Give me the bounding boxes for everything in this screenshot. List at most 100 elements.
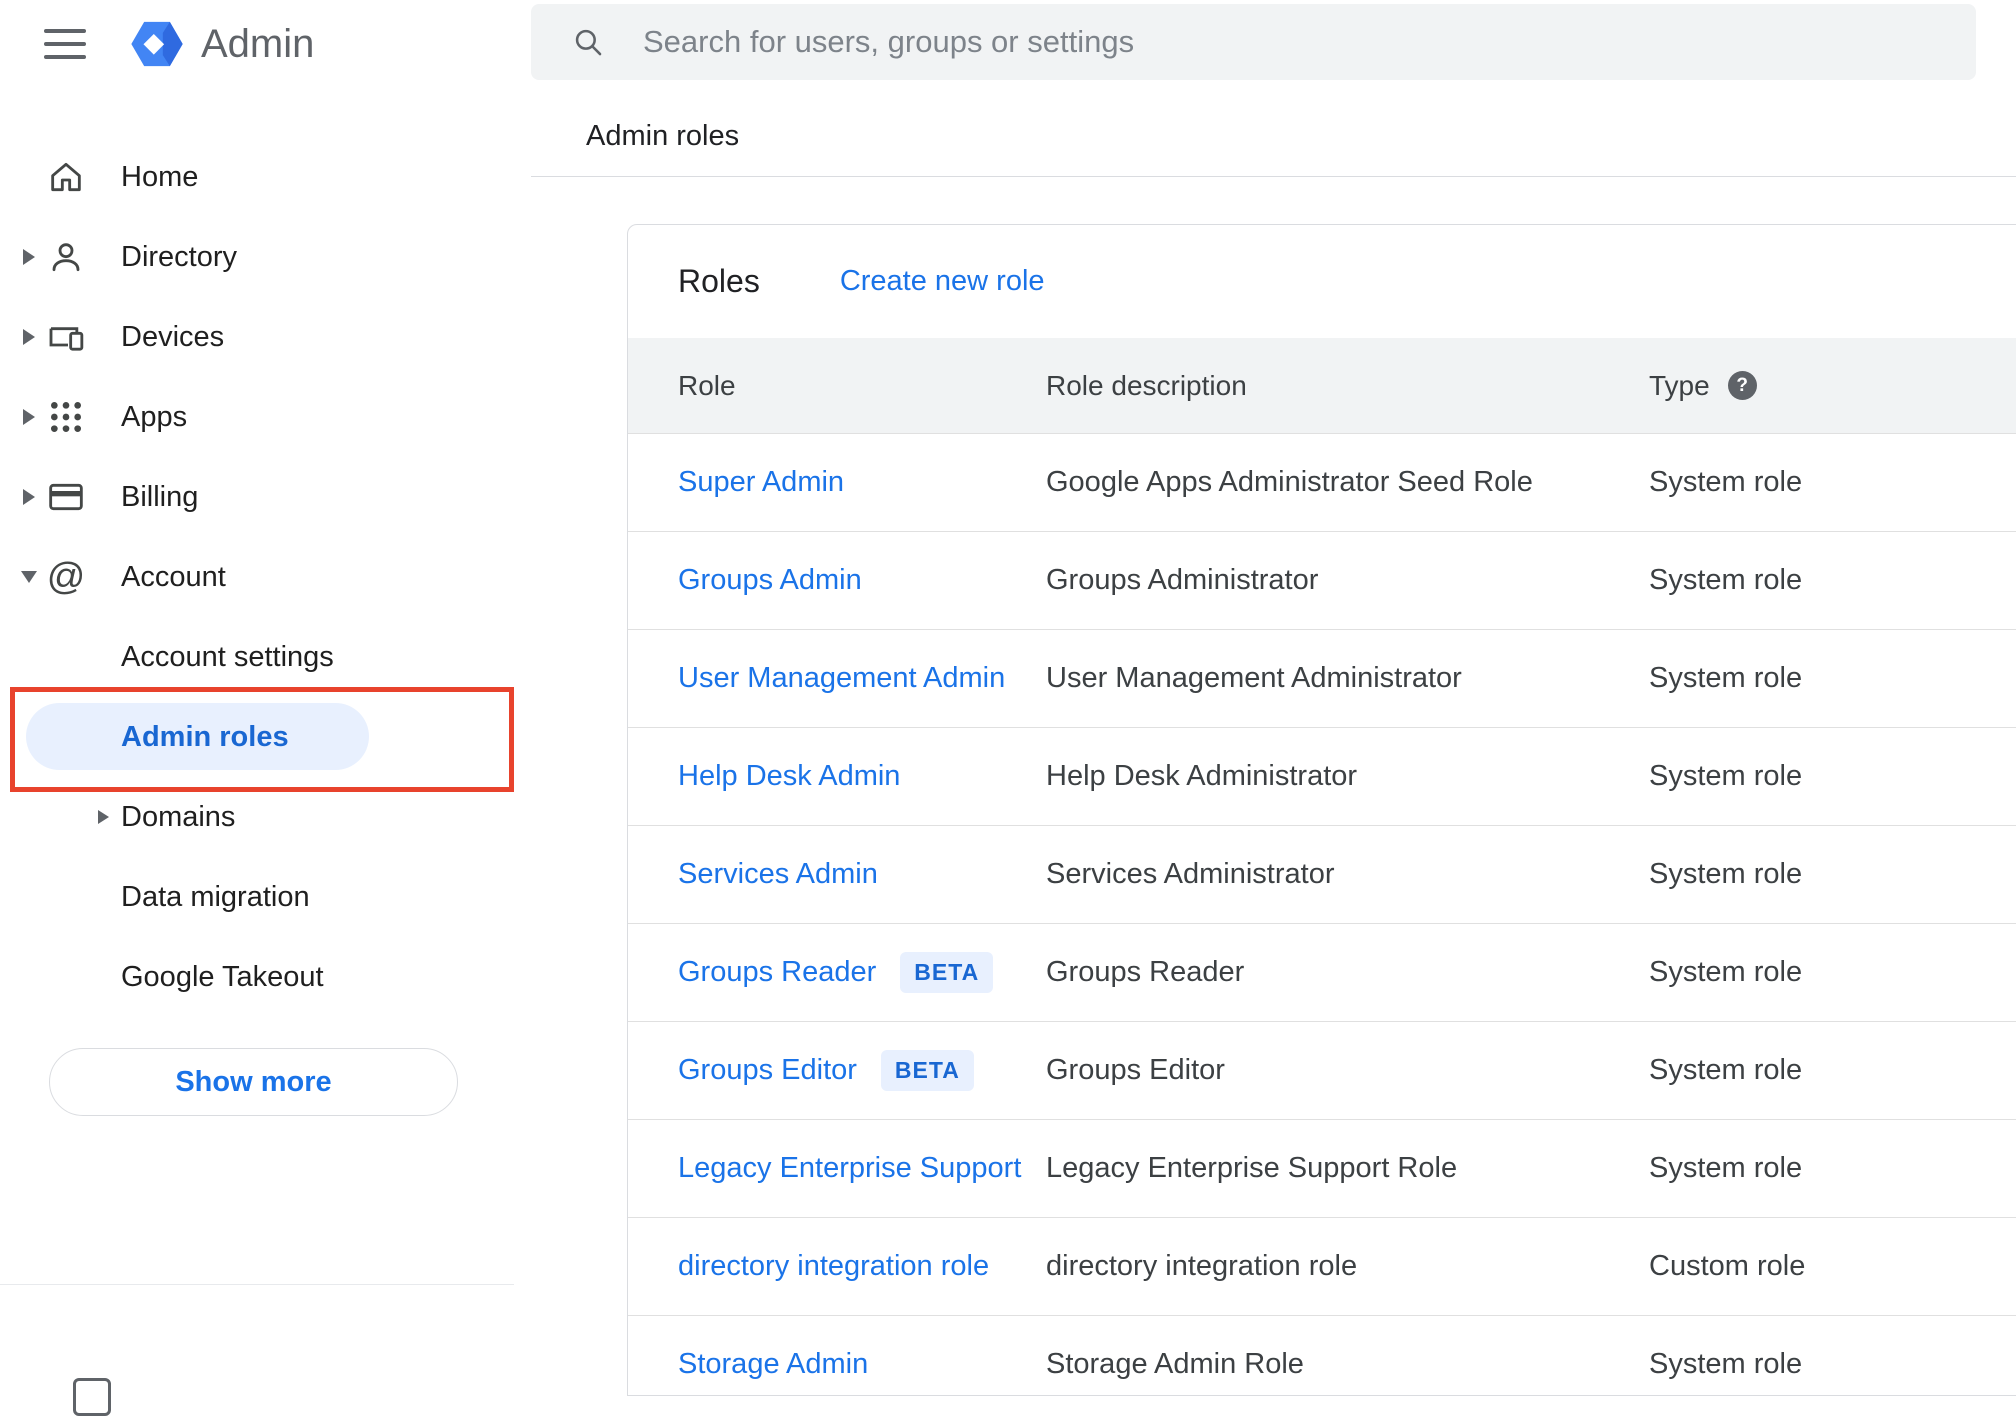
role-description: Groups Administrator — [1046, 564, 1319, 596]
sidebar-item-label: Billing — [121, 480, 199, 513]
role-link[interactable]: User Management Admin — [678, 662, 1005, 695]
role-type: System role — [1649, 1152, 1803, 1184]
role-description: Storage Admin Role — [1046, 1348, 1304, 1380]
table-row: Help Desk Admin Help Desk Administrator … — [628, 728, 2016, 826]
help-icon[interactable]: ? — [1727, 371, 1757, 400]
menu-icon[interactable] — [44, 29, 86, 59]
sidebar-item-label: Google Takeout — [121, 960, 324, 993]
breadcrumb: Admin roles — [586, 120, 740, 152]
column-header-type: Type — [1649, 369, 1710, 401]
role-description: Groups Editor — [1046, 1054, 1225, 1086]
devices-icon — [44, 315, 88, 359]
role-description: Google Apps Administrator Seed Role — [1046, 466, 1533, 498]
sidebar-item-billing[interactable]: Billing — [0, 457, 532, 537]
chevron-right-icon[interactable] — [14, 329, 44, 345]
role-link[interactable]: Groups Admin — [678, 564, 862, 597]
role-description: Groups Reader — [1046, 956, 1245, 988]
sidebar-item-home[interactable]: Home — [0, 137, 532, 217]
chevron-right-icon[interactable] — [98, 810, 109, 824]
sidebar-item-google-takeout[interactable]: Google Takeout — [0, 937, 532, 1017]
role-link[interactable]: Groups Editor — [678, 1054, 857, 1087]
role-type: System role — [1649, 564, 1803, 596]
sidebar: Admin Home Directory Devices Apps Billin… — [0, 0, 532, 1416]
table-row: Groups Reader BETA Groups Reader System … — [628, 924, 2016, 1022]
role-link[interactable]: Super Admin — [678, 466, 844, 499]
apps-grid-icon — [44, 395, 88, 439]
chevron-down-icon[interactable] — [14, 571, 44, 583]
sidebar-item-label: Directory — [121, 240, 238, 273]
role-description: Legacy Enterprise Support Role — [1046, 1152, 1458, 1184]
credit-card-icon — [44, 475, 88, 519]
role-type: Custom role — [1649, 1250, 1806, 1282]
table-header-row: Role Role description Type ? — [628, 338, 2016, 434]
sidebar-item-label: Account settings — [121, 640, 334, 673]
table-row: User Management Admin User Management Ad… — [628, 630, 2016, 728]
search-bar[interactable] — [531, 4, 1976, 80]
role-link[interactable]: Help Desk Admin — [678, 760, 900, 793]
roles-title: Roles — [678, 263, 760, 299]
beta-badge: BETA — [900, 952, 994, 993]
role-link[interactable]: directory integration role — [678, 1250, 989, 1283]
sidebar-item-admin-roles[interactable]: Admin roles — [0, 697, 532, 777]
home-icon — [44, 155, 88, 199]
role-description: User Management Administrator — [1046, 662, 1462, 694]
sidebar-item-label: Data migration — [121, 880, 310, 913]
table-row: directory integration role directory int… — [628, 1218, 2016, 1316]
role-description: Services Administrator — [1046, 858, 1335, 890]
role-description: directory integration role — [1046, 1250, 1358, 1282]
person-icon — [44, 235, 88, 279]
table-row: Legacy Enterprise Support Legacy Enterpr… — [628, 1120, 2016, 1218]
role-link[interactable]: Storage Admin — [678, 1348, 868, 1381]
table-row: Groups Editor BETA Groups Editor System … — [628, 1022, 2016, 1120]
sidebar-item-label: Admin roles — [121, 720, 289, 753]
sidebar-nav: Home Directory Devices Apps Billing @ Ac… — [0, 137, 532, 1017]
table-row: Super Admin Google Apps Administrator Se… — [628, 434, 2016, 532]
at-icon: @ — [46, 556, 86, 598]
sidebar-item-label: Apps — [121, 400, 188, 433]
sidebar-item-directory[interactable]: Directory — [0, 217, 532, 297]
admin-logo-icon[interactable] — [129, 16, 185, 72]
building-icon[interactable] — [73, 1378, 111, 1416]
sidebar-item-label: Home — [121, 160, 199, 193]
sidebar-item-label: Account — [121, 560, 226, 593]
role-type: System role — [1649, 1348, 1803, 1380]
search-icon — [575, 29, 602, 56]
sidebar-header: Admin — [0, 0, 532, 88]
sidebar-item-devices[interactable]: Devices — [0, 297, 532, 377]
create-new-role-link[interactable]: Create new role — [840, 265, 1045, 298]
sidebar-item-apps[interactable]: Apps — [0, 377, 532, 457]
column-header-description: Role description — [1046, 369, 1247, 401]
sidebar-item-account-settings[interactable]: Account settings — [0, 617, 532, 697]
chevron-right-icon[interactable] — [14, 249, 44, 265]
role-type: System role — [1649, 760, 1803, 792]
table-row: Groups Admin Groups Administrator System… — [628, 532, 2016, 630]
table-row: Storage Admin Storage Admin Role System … — [628, 1316, 2016, 1395]
role-type: System role — [1649, 662, 1803, 694]
role-type: System role — [1649, 956, 1803, 988]
role-type: System role — [1649, 1054, 1803, 1086]
beta-badge: BETA — [880, 1050, 974, 1091]
sidebar-divider — [0, 1284, 514, 1285]
column-header-role: Role — [678, 369, 736, 401]
role-type: System role — [1649, 858, 1803, 890]
roles-card-header: Roles Create new role — [628, 225, 2016, 338]
content-divider — [531, 176, 2016, 177]
search-input[interactable] — [643, 24, 1946, 60]
role-link[interactable]: Legacy Enterprise Support — [678, 1152, 1021, 1185]
table-row: Services Admin Services Administrator Sy… — [628, 826, 2016, 924]
roles-card: Roles Create new role Role Role descript… — [627, 224, 2016, 1396]
sidebar-item-data-migration[interactable]: Data migration — [0, 857, 532, 937]
chevron-right-icon[interactable] — [14, 489, 44, 505]
sidebar-item-label: Domains — [121, 800, 236, 833]
role-type: System role — [1649, 466, 1803, 498]
sidebar-item-domains[interactable]: Domains — [0, 777, 532, 857]
roles-table-body: Super Admin Google Apps Administrator Se… — [628, 434, 2016, 1395]
sidebar-item-account[interactable]: @ Account — [0, 537, 532, 617]
chevron-right-icon[interactable] — [14, 409, 44, 425]
app-name: Admin — [201, 21, 315, 66]
role-description: Help Desk Administrator — [1046, 760, 1358, 792]
role-link[interactable]: Groups Reader — [678, 956, 876, 989]
sidebar-item-label: Devices — [121, 320, 225, 353]
role-link[interactable]: Services Admin — [678, 858, 878, 891]
show-more-button[interactable]: Show more — [49, 1048, 458, 1116]
